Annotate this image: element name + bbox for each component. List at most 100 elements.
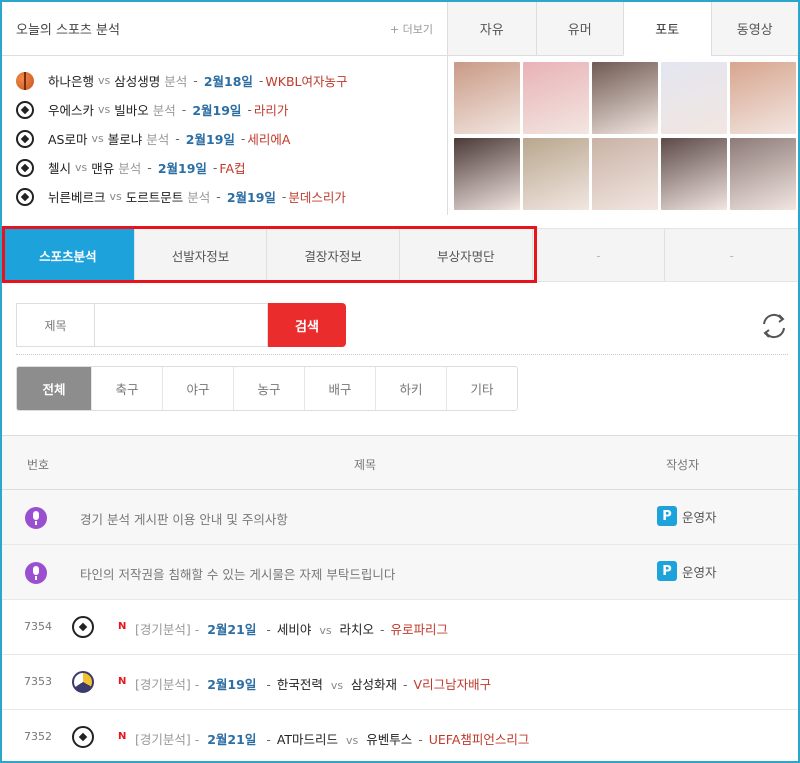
photo-thumbnail[interactable] [523,138,589,210]
home-team: 세비야 [276,622,312,637]
analysis-word: 분석 [187,190,211,205]
home-team: 한국전력 [276,677,323,692]
header-title: 제목 [354,458,377,472]
table-row[interactable]: 7353 N [경기분석] - 2월19일 - 한국전력 vs 삼성화재 - V… [2,655,798,710]
search-button[interactable]: 검색 [268,303,346,347]
home-team: 하나은행 [48,74,95,89]
table-row[interactable]: 7354 N [경기분석] - 2월21일 - 세비야 vs 라치오 - 유로파… [2,600,798,655]
refresh-icon[interactable] [758,310,790,342]
soccer-ball-icon [16,187,34,206]
photo-thumbnail[interactable] [454,62,520,134]
league-name: V리그남자배구 [413,677,492,692]
league-name: 분데스리가 [288,190,346,205]
analysis-item[interactable]: 뉘른베르크 vs 도르트문트 분석 - 2월19일 - 분데스리가 [2,182,447,211]
photo-grid [448,56,798,210]
post-title[interactable]: [경기분석] - 2월21일 - 세비야 vs 라치오 - 유로파리그 [135,619,448,638]
header-number: 번호 [27,458,50,472]
post-number: 7353 [24,675,52,688]
analysis-item[interactable]: AS로마 vs 볼로냐 분석 - 2월19일 - 세리에A [2,124,447,153]
notice-title[interactable]: 타인의 저작권을 침해할 수 있는 게시물은 자제 부탁드립니다 [80,564,395,583]
photo-thumbnail[interactable] [592,138,658,210]
league-name: 라리가 [253,103,289,118]
divider [16,354,788,355]
new-badge: N [118,676,127,687]
notice-title[interactable]: 경기 분석 게시판 이용 안내 및 주의사항 [80,509,288,528]
tab-video[interactable]: 동영상 [710,2,798,56]
volleyball-icon [72,671,94,693]
home-team: 우에스카 [48,103,95,118]
filter-baseball[interactable]: 야구 [162,367,233,410]
filter-volleyball[interactable]: 배구 [304,367,375,410]
filter-all[interactable]: 전체 [17,367,91,410]
vs-label: vs [330,679,344,692]
filter-hockey[interactable]: 하키 [375,367,446,410]
photo-thumbnail[interactable] [523,62,589,134]
photo-thumbnail[interactable] [592,62,658,134]
dash: - [247,102,252,117]
photo-thumbnail[interactable] [454,138,520,210]
analysis-item[interactable]: 우에스카 vs 빌바오 분석 - 2월19일 - 라리가 [2,95,447,124]
dash: - [418,732,423,747]
more-link[interactable]: + 더보기 [390,21,433,37]
dash: - [266,677,271,692]
header-author: 작성자 [666,458,700,472]
highlight-box [2,226,537,283]
dash: - [281,189,287,204]
photo-thumbnail[interactable] [661,62,727,134]
vs-label: vs [346,734,359,747]
tab-humor[interactable]: 유머 [535,2,623,56]
dash: - [147,160,152,175]
dash: - [181,102,187,117]
post-title[interactable]: [경기분석] - 2월21일 - AT마드리드 vs 유벤투스 - UEFA챔피… [135,729,529,748]
search-bar: 제목 검색 [16,303,346,347]
league-name: FA컵 [219,161,246,176]
author: P 운영자 [657,561,717,581]
soccer-ball-icon [16,100,34,119]
home-team: AT마드리드 [276,732,339,747]
dash: - [266,622,271,637]
post-category: [경기분석] - [135,732,200,747]
author-name: 운영자 [682,509,717,525]
notice-row[interactable]: 경기 분석 게시판 이용 안내 및 주의사항 P 운영자 [2,490,798,545]
match-date: 2월18일 [203,74,253,89]
tab-photo[interactable]: 포토 [623,2,711,56]
new-badge: N [118,731,127,742]
vs-label: vs [109,190,122,203]
vs-label: vs [91,132,104,145]
photo-thumbnail[interactable] [730,138,796,210]
analysis-item[interactable]: 하나은행 vs 삼성생명 분석 - 2월18일 - WKBL여자농구 [2,66,447,95]
photo-thumbnail[interactable] [730,62,796,134]
post-category: [경기분석] - [135,622,200,637]
notice-row[interactable]: 타인의 저작권을 침해할 수 있는 게시물은 자제 부탁드립니다 P 운영자 [2,545,798,600]
analysis-word: 분석 [152,103,176,118]
author-name: 운영자 [682,564,717,580]
away-team: 유벤투스 [366,732,413,747]
post-title[interactable]: [경기분석] - 2월19일 - 한국전력 vs 삼성화재 - V리그남자배구 [135,674,491,693]
admin-badge-icon: P [657,506,677,526]
filter-etc[interactable]: 기타 [446,367,517,410]
search-type-label[interactable]: 제목 [16,303,94,347]
away-team: 삼성화재 [351,677,398,692]
league-name: WKBL여자농구 [265,74,348,89]
dash: - [403,677,408,692]
analysis-title: 오늘의 스포츠 분석 [16,23,120,38]
soccer-ball-icon [72,726,94,748]
away-team: 맨유 [91,161,115,176]
analysis-word: 분석 [118,161,142,176]
filter-basketball[interactable]: 농구 [233,367,304,410]
tab-free[interactable]: 자유 [448,2,536,56]
soccer-ball-icon [16,129,34,148]
search-input[interactable] [94,303,268,347]
analysis-item[interactable]: 첼시 vs 맨유 분석 - 2월19일 - FA컵 [2,153,447,182]
match-date: 2월21일 [207,622,257,637]
vs-label: vs [319,624,332,637]
vs-label: vs [98,103,111,116]
dash: - [258,73,264,88]
table-row[interactable]: 7352 N [경기분석] - 2월21일 - AT마드리드 vs 유벤투스 -… [2,710,798,761]
match-date: 2월21일 [207,732,257,747]
filter-soccer[interactable]: 축구 [91,367,162,410]
dash: - [380,622,385,637]
match-date: 2월19일 [192,103,242,118]
photo-thumbnail[interactable] [661,138,727,210]
new-badge: N [118,621,127,632]
